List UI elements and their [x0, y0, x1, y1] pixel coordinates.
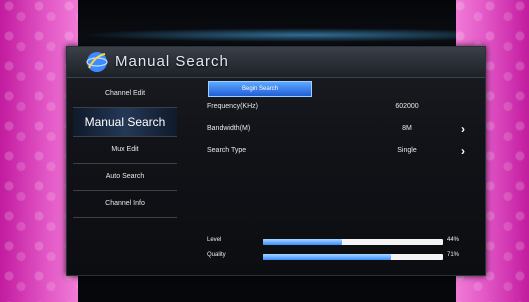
search-type-value[interactable]: Single	[377, 147, 437, 154]
bandwidth-row[interactable]: Bandwidth(M) 8M ›	[207, 122, 465, 139]
frequency-label: Frequency(KHz)	[207, 103, 258, 110]
level-label: Level	[207, 237, 222, 243]
quality-bar-fill	[263, 254, 391, 260]
chevron-right-icon[interactable]: ›	[461, 122, 465, 136]
globe-logo-icon	[86, 52, 108, 72]
title-bar: Manual Search	[67, 47, 485, 78]
chevron-right-icon[interactable]: ›	[461, 144, 465, 158]
begin-search-button[interactable]: Begin Search	[208, 81, 312, 97]
menu-item-channel-info[interactable]: Channel Info	[73, 191, 177, 218]
quality-percent: 71%	[447, 252, 460, 258]
bandwidth-label: Bandwidth(M)	[207, 125, 251, 132]
menu-item-auto-search[interactable]: Auto Search	[73, 164, 177, 191]
level-percent: 44%	[447, 237, 460, 243]
frequency-row[interactable]: Frequency(KHz) 602000	[207, 103, 465, 117]
frequency-value[interactable]: 602000	[377, 103, 437, 110]
quality-bar	[263, 254, 443, 260]
top-glow	[78, 28, 456, 42]
manual-search-panel: Manual Search Channel Edit Manual Search…	[66, 46, 486, 276]
bottom-band	[78, 272, 456, 302]
search-type-row[interactable]: Search Type Single ›	[207, 144, 465, 161]
level-row: Level 44%	[207, 237, 477, 249]
level-bar	[263, 239, 443, 245]
quality-label: Quality	[207, 252, 226, 258]
search-type-label: Search Type	[207, 147, 247, 154]
quality-row: Quality 71%	[207, 252, 477, 264]
side-menu: Channel Edit Manual Search Mux Edit Auto…	[73, 81, 177, 218]
menu-item-channel-edit[interactable]: Channel Edit	[73, 81, 177, 108]
menu-item-mux-edit[interactable]: Mux Edit	[73, 137, 177, 164]
menu-item-manual-search[interactable]: Manual Search	[73, 108, 177, 137]
level-bar-fill	[263, 239, 343, 245]
page-title: Manual Search	[115, 53, 229, 70]
bandwidth-value[interactable]: 8M	[377, 125, 437, 132]
